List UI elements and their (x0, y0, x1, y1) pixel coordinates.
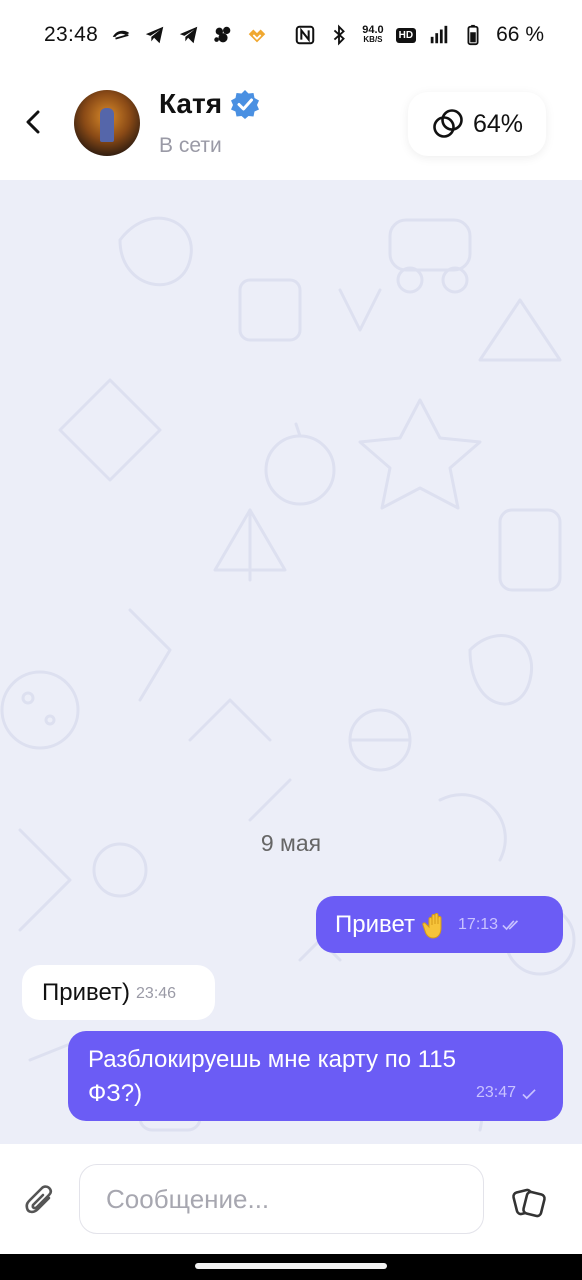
telegram-icon (144, 24, 166, 46)
network-speed: 94.0 KB/S (362, 24, 384, 45)
waving-hand-icon (421, 910, 451, 940)
contact-name: Катя (159, 88, 223, 119)
message-time: 17:13 (458, 915, 499, 933)
message-time: 23:46 (136, 985, 177, 1002)
contact-avatar[interactable] (74, 90, 140, 156)
sticker-button[interactable] (508, 1180, 552, 1224)
status-bar: 23:48 94.0 KB/S HD 66 % (0, 0, 582, 70)
chat-screen: 23:48 94.0 KB/S HD 66 % Катя В сети 64% … (0, 0, 582, 1280)
sticker-icon (512, 1188, 546, 1218)
paperclip-icon (25, 1185, 53, 1214)
verified-badge-icon (230, 89, 260, 119)
status-time: 23:48 (44, 23, 99, 46)
chat-area[interactable]: 9 мая Привет 17:13 Привет) 23:46 Разблок… (0, 180, 582, 1144)
attach-button[interactable] (20, 1180, 60, 1220)
hd-badge: HD (395, 27, 417, 43)
telegram-icon (178, 24, 200, 46)
app-notification-icon (212, 24, 234, 46)
home-indicator[interactable] (195, 1263, 387, 1269)
check-icon (522, 1079, 537, 1107)
nfc-icon (294, 24, 316, 46)
message-text: Привет) (42, 978, 131, 1006)
bluetooth-icon (328, 24, 350, 46)
battery-icon (462, 24, 484, 46)
connection-button[interactable]: 64% (408, 92, 546, 156)
rings-icon (433, 109, 463, 138)
message-text: Разблокируешь мне карту по 115 ФЗ?) (88, 1046, 456, 1107)
battery-percent: 66 % (496, 23, 544, 46)
message-text: Привет (335, 910, 416, 938)
connection-percent: 64% (472, 109, 524, 138)
back-button[interactable] (16, 100, 50, 144)
message-incoming[interactable]: Привет) 23:46 (22, 965, 215, 1020)
network-speed-unit: KB/S (363, 35, 383, 44)
message-meta: 23:47 (476, 1079, 537, 1107)
date-divider: 9 мая (260, 830, 322, 856)
message-time: 23:47 (475, 1084, 516, 1101)
message-input[interactable] (79, 1164, 484, 1234)
signal-icon (428, 24, 450, 46)
double-check-icon (502, 918, 522, 931)
app-notification-icon (110, 24, 132, 46)
app-notification-icon (246, 24, 268, 46)
status-left: 23:48 (44, 23, 268, 47)
composer (0, 1144, 582, 1254)
network-speed-value: 94.0 (362, 24, 384, 36)
chat-header: Катя В сети 64% (0, 70, 582, 180)
contact-status: В сети (159, 134, 222, 157)
message-outgoing[interactable]: Разблокируешь мне карту по 115 ФЗ?) 23:4… (68, 1031, 563, 1121)
system-nav-bar (0, 1254, 582, 1280)
message-outgoing[interactable]: Привет 17:13 (316, 896, 563, 953)
status-right: 94.0 KB/S HD 66 % (294, 23, 544, 47)
contact-name-row[interactable]: Катя (159, 88, 260, 120)
chevron-left-icon (26, 110, 40, 134)
